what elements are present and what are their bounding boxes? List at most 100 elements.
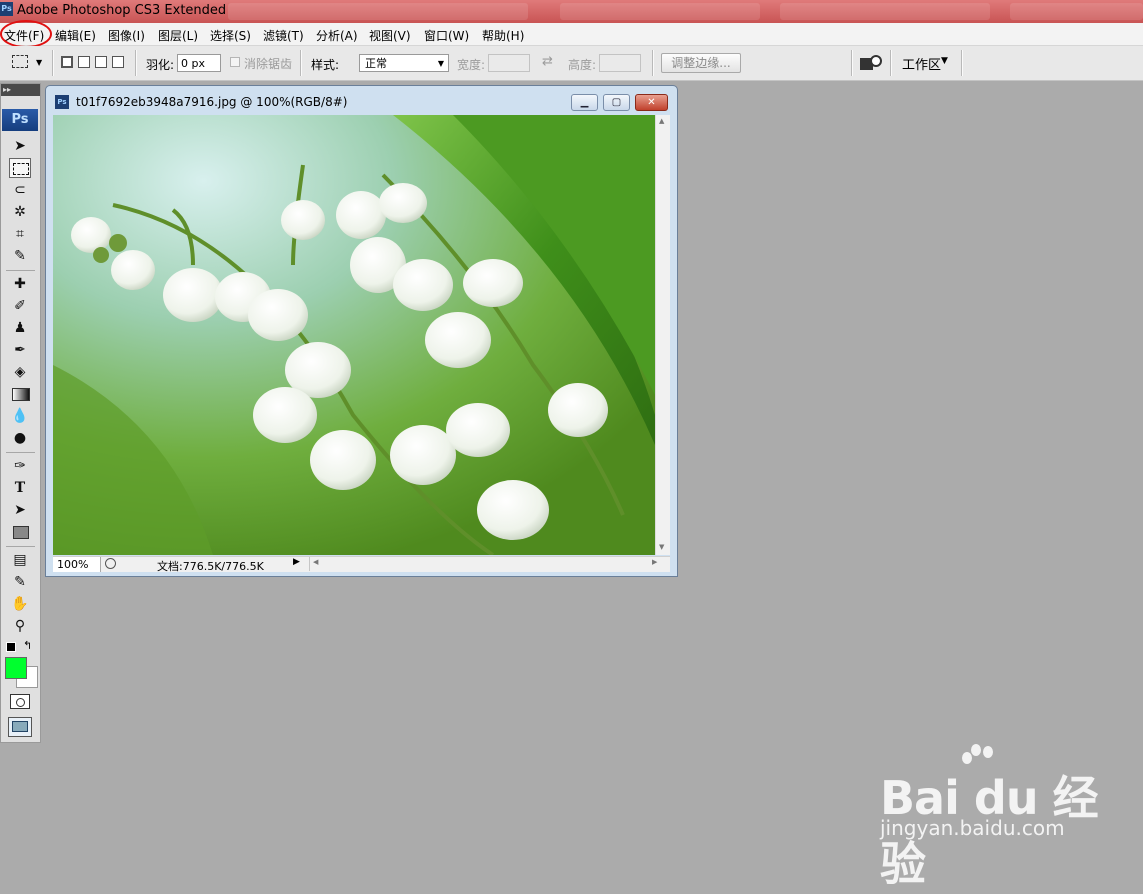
minimize-button[interactable]: ▁ — [571, 94, 598, 111]
options-bar: ▼ 羽化: 0 px 消除锯齿 样式: 正常 ▼ 宽度: ⇄ 高度: 调整边缘.… — [0, 46, 1143, 81]
style-label: 样式: — [311, 58, 340, 72]
menu-layer[interactable]: 图层(L) — [158, 27, 198, 44]
zoom-value: 100% — [57, 558, 89, 571]
marquee-tool-preset-icon[interactable] — [12, 55, 28, 68]
history-brush-tool-icon[interactable]: ✒ — [9, 340, 31, 360]
type-tool-icon[interactable]: T — [9, 478, 31, 498]
menu-image[interactable]: 图像(I) — [108, 27, 145, 44]
clone-stamp-tool-icon[interactable]: ♟ — [9, 318, 31, 338]
menu-select[interactable]: 选择(S) — [210, 27, 251, 44]
eyedropper-tool-icon[interactable]: ✎ — [9, 572, 31, 592]
menu-bar: 文件(F) 编辑(E) 图像(I) 图层(L) 选择(S) 滤镜(T) 分析(A… — [0, 23, 1143, 46]
default-colors-icon[interactable] — [6, 642, 16, 652]
pen-tool-icon[interactable]: ✑ — [9, 456, 31, 476]
menu-filter[interactable]: 滤镜(T) — [263, 27, 304, 44]
bridge-icon[interactable] — [860, 55, 882, 71]
lasso-tool-icon[interactable]: ⊂ — [9, 180, 31, 200]
intersect-selection-icon[interactable] — [112, 56, 124, 68]
width-label: 宽度: — [457, 58, 486, 72]
zoom-tool-icon[interactable]: ⚲ — [9, 616, 31, 636]
maximize-button[interactable]: ▢ — [603, 94, 630, 111]
hand-tool-icon[interactable]: ✋ — [9, 594, 31, 614]
baidu-watermark: Bai du 经验 jingyan.baidu.com — [870, 740, 1110, 891]
toolbox-collapse-handle[interactable]: ▸▸ — [1, 84, 40, 96]
window-title: Adobe Photoshop CS3 Extended — [17, 3, 227, 18]
photoshop-app-icon: Ps — [0, 2, 13, 16]
crop-tool-icon[interactable]: ⌗ — [9, 224, 31, 244]
document-size-info: 文档:776.5K/776.5K — [157, 560, 264, 573]
swap-icon[interactable]: ⇄ — [542, 54, 553, 69]
healing-brush-tool-icon[interactable]: ✚ — [9, 274, 31, 294]
document-status-bar: 100% 文档:776.5K/776.5K ▶ ◀ ▶ — [53, 556, 670, 573]
document-ps-icon: Ps — [55, 95, 69, 109]
notes-tool-icon[interactable]: ▤ — [9, 550, 31, 570]
scroll-down-icon[interactable]: ▼ — [659, 543, 664, 551]
dodge-tool-icon[interactable]: ● — [9, 428, 31, 448]
horizontal-scrollbar[interactable]: ◀ ▶ — [309, 557, 670, 571]
separator — [890, 50, 892, 76]
background-window-tab — [560, 3, 760, 20]
move-tool-icon[interactable]: ➤ — [9, 136, 31, 156]
close-button[interactable]: ✕ — [635, 94, 668, 111]
antialias-checkbox[interactable] — [230, 57, 240, 67]
menu-edit[interactable]: 编辑(E) — [55, 27, 96, 44]
slice-tool-icon[interactable]: ✎ — [9, 246, 31, 266]
separator — [52, 50, 54, 76]
watermark-url: jingyan.baidu.com — [880, 816, 1065, 840]
foreground-color-swatch[interactable] — [5, 657, 27, 679]
antialias-label: 消除锯齿 — [244, 57, 293, 71]
status-arrow-icon[interactable]: ▶ — [293, 557, 305, 571]
style-select-value: 正常 — [365, 57, 387, 70]
vertical-scrollbar[interactable]: ▲ ▼ — [655, 115, 670, 555]
scroll-left-icon[interactable]: ◀ — [313, 558, 318, 566]
path-selection-tool-icon[interactable]: ➤ — [9, 500, 31, 520]
quick-mask-icon[interactable] — [10, 694, 30, 709]
swap-colors-icon[interactable]: ↰ — [23, 639, 32, 652]
scroll-right-icon[interactable]: ▶ — [652, 558, 657, 566]
width-input[interactable] — [488, 54, 530, 72]
blur-tool-icon[interactable]: 💧 — [9, 406, 31, 426]
background-window-tab — [1010, 3, 1143, 20]
chevron-down-icon[interactable]: ▼ — [941, 56, 948, 66]
background-window-tab — [228, 3, 528, 20]
menu-help[interactable]: 帮助(H) — [482, 27, 524, 44]
document-title: t01f7692eb3948a7916.jpg @ 100%(RGB/8#) — [76, 95, 348, 109]
chevron-down-icon: ▼ — [437, 59, 444, 68]
scroll-up-icon[interactable]: ▲ — [659, 117, 664, 125]
rectangle-tool-icon[interactable] — [9, 522, 31, 542]
menu-analysis[interactable]: 分析(A) — [316, 27, 358, 44]
separator — [300, 50, 302, 76]
photoshop-logo: Ps — [2, 109, 38, 131]
height-input[interactable] — [599, 54, 641, 72]
zoom-field[interactable]: 100% — [53, 557, 101, 572]
new-selection-icon[interactable] — [61, 56, 73, 68]
eraser-tool-icon[interactable]: ◈ — [9, 362, 31, 382]
screen-mode-icon[interactable] — [8, 717, 32, 737]
title-bar: Ps Adobe Photoshop CS3 Extended — [0, 0, 1143, 23]
feather-label: 羽化: — [146, 58, 175, 72]
separator — [851, 50, 853, 76]
toolbox-panel: ▸▸ Ps ➤ ⊂ ✲ ⌗ ✎ ✚ ✐ ♟ ✒ ◈ 💧 ● ✑ T ➤ ▤ ✎ … — [0, 83, 41, 743]
add-to-selection-icon[interactable] — [78, 56, 90, 68]
subtract-from-selection-icon[interactable] — [95, 56, 107, 68]
lily-of-the-valley-photo — [53, 115, 655, 555]
chevron-down-icon[interactable]: ▼ — [36, 58, 42, 67]
status-menu-icon[interactable] — [105, 558, 116, 569]
menu-view[interactable]: 视图(V) — [369, 27, 411, 44]
magic-wand-tool-icon[interactable]: ✲ — [9, 202, 31, 222]
menu-window[interactable]: 窗口(W) — [424, 27, 469, 44]
red-highlight-circle — [0, 20, 52, 48]
style-select[interactable]: 正常 ▼ — [359, 54, 449, 72]
gradient-tool-icon[interactable] — [9, 384, 31, 404]
refine-edge-button[interactable]: 调整边缘... — [661, 53, 741, 73]
image-canvas[interactable] — [53, 115, 655, 555]
document-window: Ps t01f7692eb3948a7916.jpg @ 100%(RGB/8#… — [45, 85, 678, 577]
separator — [961, 50, 963, 76]
height-label: 高度: — [568, 58, 597, 72]
brush-tool-icon[interactable]: ✐ — [9, 296, 31, 316]
background-window-tab — [780, 3, 990, 20]
rectangular-marquee-tool-icon[interactable] — [9, 158, 31, 178]
separator — [135, 50, 137, 76]
workspace-button[interactable]: 工作区 — [902, 54, 941, 73]
feather-input[interactable]: 0 px — [177, 54, 221, 72]
